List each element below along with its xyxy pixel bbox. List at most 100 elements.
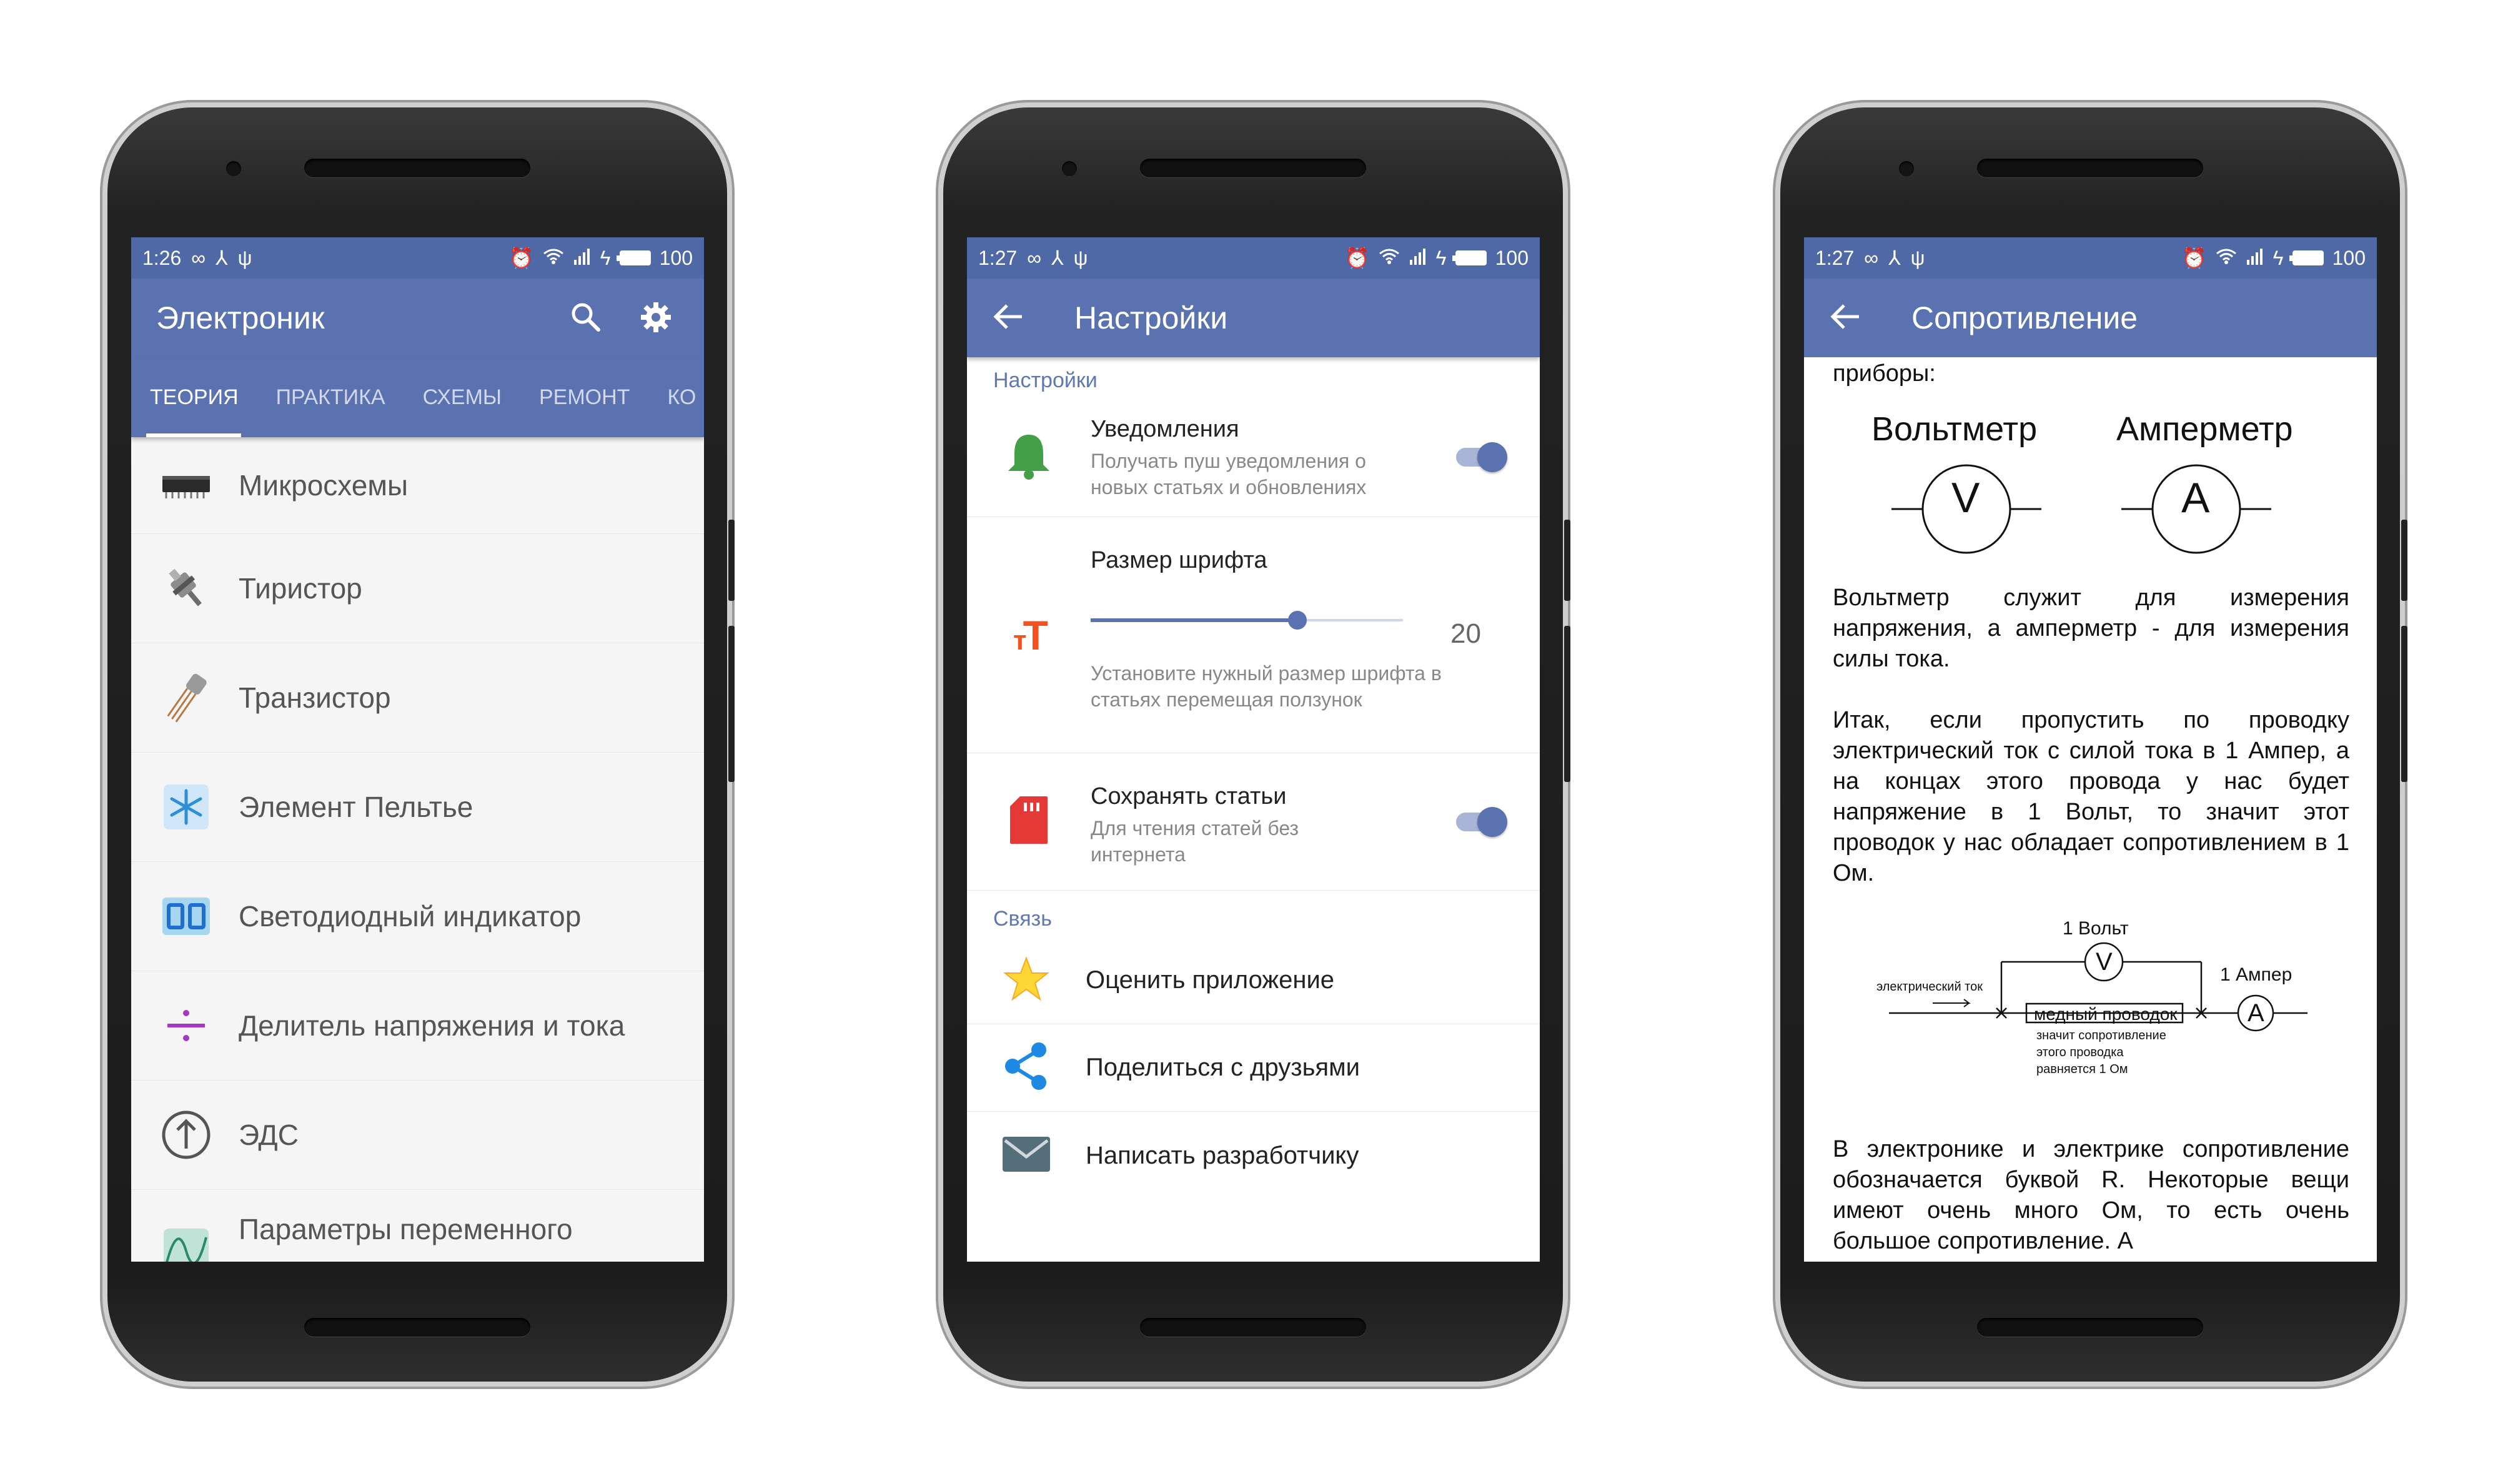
wire-label: медный проводок	[2034, 1004, 2178, 1024]
tab-more[interactable]: КО	[667, 385, 696, 410]
speaker-top	[1977, 159, 2203, 177]
font-size-row: тТ Размер шрифта 20 Установите нужный ра…	[967, 517, 1540, 753]
list-item[interactable]: Делитель напряжения и тока	[131, 971, 704, 1081]
speaker-bottom	[304, 1318, 530, 1337]
volume-button	[728, 626, 735, 782]
notifications-subtitle-line2: новых статьях и обновлениях	[1091, 476, 1367, 499]
battery-icon	[2289, 250, 2324, 265]
list-item[interactable]: Элемент Пельтье	[131, 753, 704, 862]
ammeter-symbol: A	[2181, 474, 2210, 522]
speaker-bottom	[1140, 1318, 1366, 1337]
search-icon[interactable]	[568, 300, 603, 338]
notifications-toggle[interactable]	[1456, 442, 1507, 472]
gear-icon[interactable]	[638, 300, 673, 338]
share-label: Поделиться с друзьями	[1086, 1054, 1360, 1081]
phone-2: 1:27 ∞ ⅄ ψ ⏰ ϟ 100 Настройки Настройки У…	[943, 107, 1570, 1382]
app-bar: Сопротивление	[1804, 279, 2377, 357]
wifi-icon	[543, 247, 564, 270]
led-display-icon	[159, 889, 214, 944]
tab-schemes[interactable]: СХЕМЫ	[423, 385, 502, 410]
power-button	[728, 520, 735, 601]
rate-app-row[interactable]: Оценить приложение	[967, 937, 1540, 1024]
usb-debug-icon: ψ	[1073, 246, 1088, 269]
back-arrow-icon[interactable]	[992, 303, 1024, 334]
wifi-icon	[1379, 247, 1400, 270]
sd-card-icon	[1009, 795, 1049, 848]
volume-button	[2401, 626, 2407, 782]
tab-theory[interactable]: ТЕОРИЯ	[150, 385, 239, 410]
volt-label: 1 Вольт	[2063, 918, 2129, 939]
wifi-icon	[2216, 247, 2237, 270]
notifications-row[interactable]: Уведомления Получать пуш уведомления о н…	[967, 398, 1540, 517]
save-articles-subtitle-line2: интернета	[1091, 843, 1186, 866]
paragraph-3: В электронике и электрике сопротивление …	[1833, 1136, 2349, 1254]
article-cut-line: приборы:	[1833, 360, 1936, 387]
font-size-title: Размер шрифта	[1091, 547, 1267, 573]
topic-list: Микросхемы Тиристор Транзистор Элемент П…	[131, 437, 704, 1262]
charging-icon: ϟ	[1435, 246, 1447, 269]
save-articles-row[interactable]: Сохранять статьи Для чтения статей без и…	[967, 753, 1540, 891]
speaker-top	[304, 159, 530, 177]
page-title: Настройки	[1074, 300, 1228, 335]
usb-icon: ⅄	[1051, 247, 1064, 269]
paragraph-1: Вольтметр служит для измерения напряжени…	[1833, 585, 2349, 672]
charging-icon: ϟ	[2272, 246, 2284, 269]
tab-repair[interactable]: РЕМОНТ	[539, 385, 630, 410]
list-item-label: Микросхемы	[239, 469, 409, 502]
list-item-label: Тиристор	[239, 572, 362, 605]
app-bar: Электроник	[131, 279, 704, 357]
alarm-icon: ⏰	[1344, 247, 1370, 269]
voltmeter-label: Вольтметр	[1871, 410, 2038, 448]
tab-practice[interactable]: ПРАКТИКА	[276, 385, 385, 410]
infinity-icon: ∞	[191, 246, 206, 269]
battery-level: 100	[2332, 246, 2366, 269]
list-item[interactable]: ЭДС	[131, 1081, 704, 1190]
front-camera	[1062, 161, 1077, 176]
text-size-icon: тТ	[1013, 611, 1048, 658]
note-line-1: значит сопротивление	[2036, 1029, 2166, 1042]
clock: 1:26	[142, 246, 182, 269]
font-size-subtitle-line2: статьях перемещая ползунок	[1091, 688, 1362, 711]
share-row[interactable]: Поделиться с друзьями	[967, 1024, 1540, 1112]
alarm-icon: ⏰	[508, 247, 534, 269]
signal-icon	[2246, 247, 2264, 270]
ammeter-label: Амперметр	[2116, 410, 2293, 448]
usb-icon: ⅄	[1888, 247, 1901, 269]
list-item[interactable]: Микросхемы	[131, 437, 704, 534]
meters-figure: Вольтметр Амперметр V A	[1833, 410, 2349, 564]
signal-icon	[1409, 247, 1427, 270]
status-bar: 1:27 ∞ ⅄ ψ ⏰ ϟ 100	[1804, 237, 2377, 279]
volume-button	[1564, 626, 1570, 782]
notifications-title: Уведомления	[1091, 416, 1239, 442]
section-header-contact: Связь	[993, 907, 1052, 931]
back-arrow-icon[interactable]	[1829, 303, 1861, 334]
list-item[interactable]: Светодиодный индикатор	[131, 862, 704, 971]
signal-icon	[573, 247, 592, 270]
screen: 1:27 ∞ ⅄ ψ ⏰ ϟ 100 Настройки Настройки У…	[967, 237, 1540, 1262]
list-item[interactable]: Тиристор	[131, 534, 704, 643]
microchip-icon	[159, 458, 214, 513]
list-item-label: ЭДС	[239, 1119, 299, 1151]
list-item[interactable]: Параметры переменного	[131, 1190, 704, 1262]
usb-icon: ⅄	[216, 247, 228, 269]
usb-debug-icon: ψ	[1910, 246, 1925, 269]
slider-thumb[interactable]	[1288, 611, 1307, 630]
infinity-icon: ∞	[1864, 246, 1879, 269]
star-icon	[1003, 956, 1050, 1005]
amp-label: 1 Ампер	[2220, 964, 2292, 985]
font-size-slider[interactable]	[1091, 601, 1403, 639]
charging-icon: ϟ	[600, 246, 611, 269]
front-camera	[1899, 161, 1914, 176]
mail-icon	[1001, 1135, 1051, 1176]
font-size-value: 20	[1450, 618, 1481, 649]
save-articles-toggle[interactable]	[1456, 807, 1507, 837]
font-size-subtitle-line1: Установите нужный размер шрифта в	[1091, 662, 1442, 685]
snowflake-icon	[159, 779, 214, 834]
bell-icon	[1006, 431, 1052, 484]
infinity-icon: ∞	[1027, 246, 1042, 269]
speaker-top	[1140, 159, 1366, 177]
list-item[interactable]: Транзистор	[131, 643, 704, 753]
app-title: Электроник	[156, 300, 325, 335]
article-body: приборы: Вольтметр Амперметр V A Вольтме…	[1804, 359, 2377, 1257]
write-developer-row[interactable]: Написать разработчику	[967, 1112, 1540, 1199]
